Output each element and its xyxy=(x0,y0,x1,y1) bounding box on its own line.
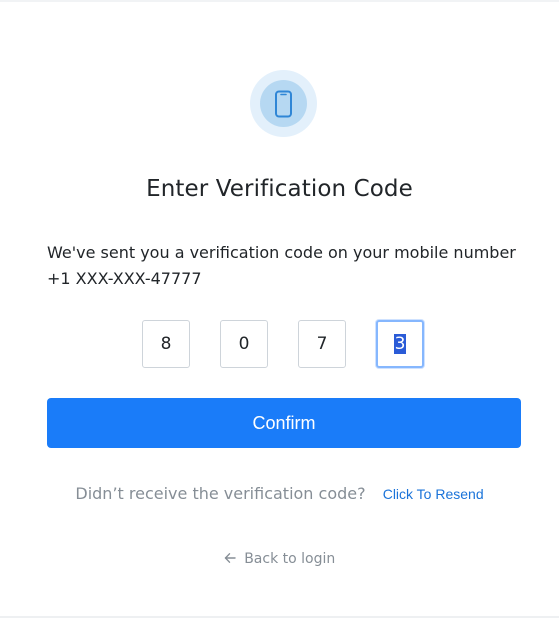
otp-digit-1[interactable]: 8 xyxy=(142,320,190,368)
bottom-divider xyxy=(0,616,559,618)
otp-digit-3[interactable]: 7 xyxy=(298,320,346,368)
resend-row: Didn’t receive the verification code? Cl… xyxy=(0,484,559,503)
verification-message: We've sent you a verification code on yo… xyxy=(47,243,516,288)
back-to-login-link[interactable]: Back to login xyxy=(0,549,559,567)
otp-digit-2-value: 0 xyxy=(238,334,250,354)
phone-icon-badge xyxy=(250,70,317,137)
smartphone-icon xyxy=(275,90,292,118)
resend-link[interactable]: Click To Resend xyxy=(383,486,484,502)
otp-digit-3-value: 7 xyxy=(316,334,328,354)
otp-digit-4-value: 3 xyxy=(393,334,407,354)
otp-digit-2[interactable]: 0 xyxy=(220,320,268,368)
resend-question: Didn’t receive the verification code? xyxy=(75,484,366,503)
phone-icon-badge-inner xyxy=(260,80,307,127)
verification-card: Enter Verification Code We've sent you a… xyxy=(0,0,559,619)
back-to-login-label: Back to login xyxy=(244,551,336,567)
arrow-left-icon xyxy=(224,549,236,567)
otp-digit-4[interactable]: 3 xyxy=(376,320,424,368)
page-title: Enter Verification Code xyxy=(146,176,413,202)
otp-digit-1-value: 8 xyxy=(160,334,172,354)
otp-input-group: 8 0 7 3 xyxy=(142,320,432,370)
confirm-button[interactable]: Confirm xyxy=(47,398,521,448)
